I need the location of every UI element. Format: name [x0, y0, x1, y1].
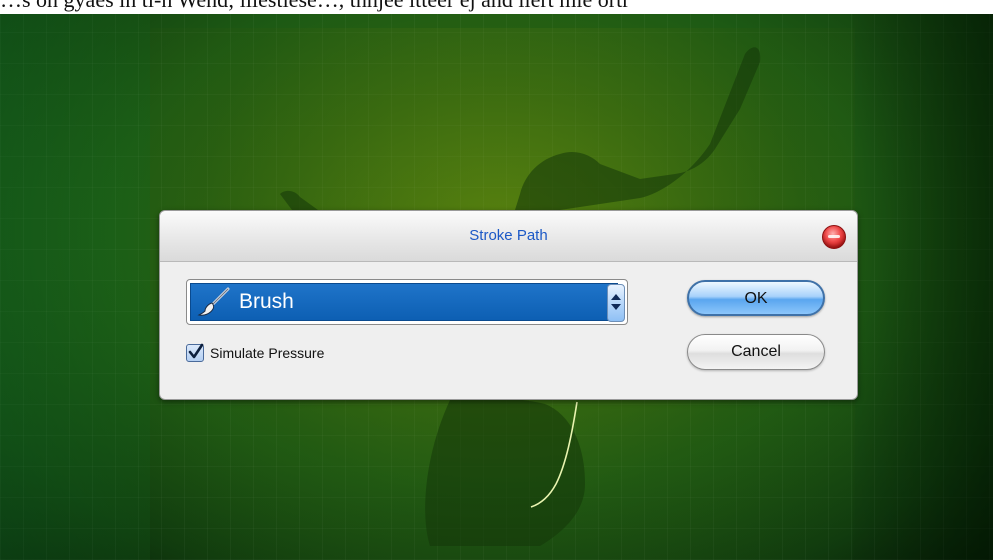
stroke-path-dialog: Stroke Path Brush Simulate Pressure OK C…	[159, 210, 858, 400]
tool-select-stepper[interactable]	[607, 284, 625, 322]
tool-select-value[interactable]: Brush	[190, 283, 618, 321]
chevron-up-icon	[611, 294, 621, 300]
simulate-pressure-checkbox[interactable]	[186, 343, 204, 362]
ok-button[interactable]: OK	[687, 280, 825, 316]
tool-select[interactable]: Brush	[186, 279, 628, 325]
chevron-down-icon	[611, 304, 621, 310]
screenshot-frame: …s on gyaes in tl-n Wend; lliestlese…, t…	[0, 0, 993, 560]
checkmark-icon	[188, 343, 204, 359]
simulate-pressure-label: Simulate Pressure	[210, 345, 325, 361]
cropped-caption-text: …s on gyaes in tl-n Wend; lliestlese…, t…	[0, 0, 993, 14]
dialog-title: Stroke Path	[469, 227, 548, 244]
dialog-titlebar[interactable]: Stroke Path	[160, 211, 857, 262]
tool-select-label: Brush	[239, 290, 294, 313]
cancel-button[interactable]: Cancel	[687, 334, 825, 370]
brush-icon	[197, 287, 230, 316]
close-icon	[828, 235, 840, 238]
close-button[interactable]	[822, 225, 846, 249]
